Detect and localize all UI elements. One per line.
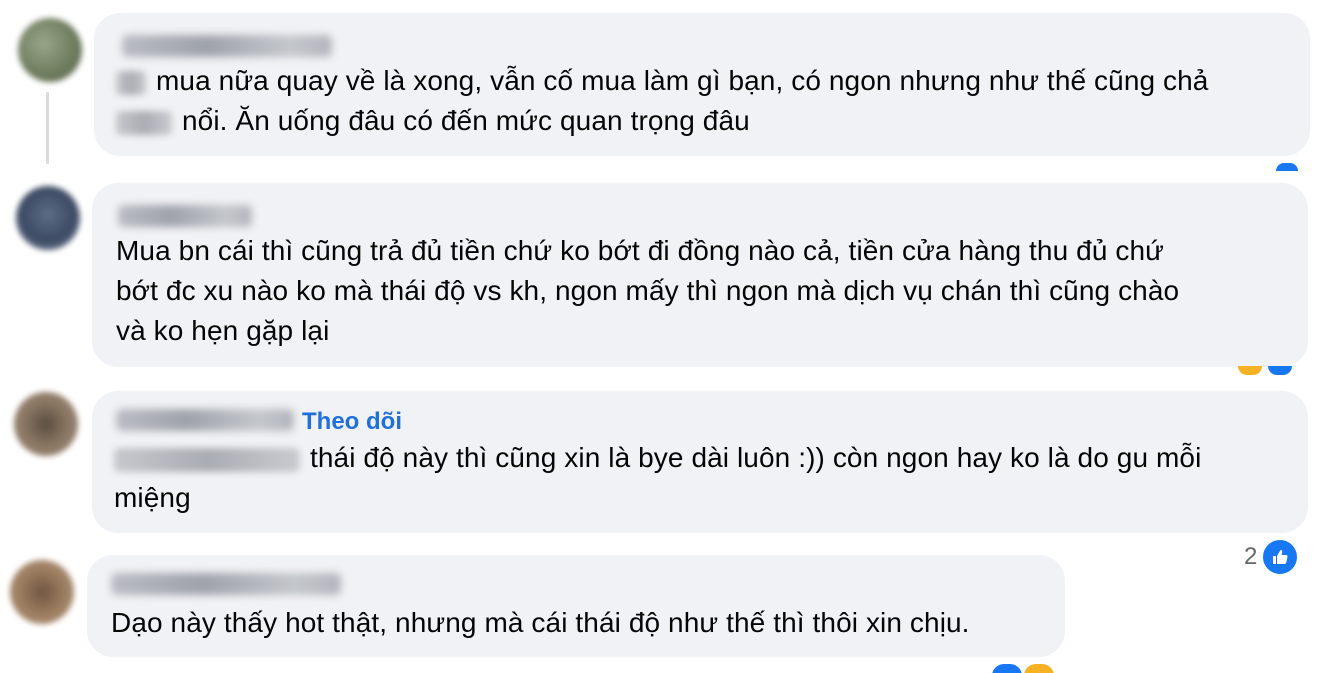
reaction-count: 2 [1244,543,1258,570]
tagged-name-blurred[interactable] [116,110,172,135]
comment-bubble: Dạo này thấy hot thật, nhưng mà cái thái… [87,555,1065,657]
comment-line: miệng [114,482,191,513]
author-name-blurred[interactable] [118,205,252,227]
tagged-name-blurred[interactable] [114,447,300,472]
author-name-blurred[interactable] [116,409,294,431]
comment-line: Mua bn cái thì cũng trả đủ tiền chứ ko b… [116,235,1164,266]
thread-connector-line [46,92,49,164]
comment-text: thái độ này thì cũng xin là bye dài luôn… [114,438,1304,518]
comment-line: mua nữa quay về là xong, vẫn cố mua làm … [156,65,1209,96]
comment-bubble: Theo dõi thái độ này thì cũng xin là bye… [92,391,1308,533]
author-name-blurred[interactable] [111,573,341,595]
reaction-summary[interactable]: 2 [1244,538,1300,576]
like-icon[interactable] [992,664,1022,673]
comment-line: bớt đc xu nào ko mà thái độ vs kh, ngon … [116,275,1180,306]
comment-thread: mua nữa quay về là xong, vẫn cố mua làm … [0,0,1332,673]
comment-line: nổi. Ăn uống đâu có đến mức quan trọng đ… [182,105,750,136]
like-thumb-icon [1261,538,1300,576]
avatar[interactable] [16,186,80,250]
avatar[interactable] [14,392,78,456]
comment-text: mua nữa quay về là xong, vẫn cố mua làm … [116,61,1306,141]
comment-line: và ko hẹn gặp lại [116,315,330,346]
comment-line: Dạo này thấy hot thật, nhưng mà cái thái… [111,607,970,638]
author-name-blurred[interactable] [122,35,332,57]
haha-emoji-icon[interactable] [1024,664,1054,673]
comment-bubble: Mua bn cái thì cũng trả đủ tiền chứ ko b… [92,183,1308,367]
avatar[interactable] [18,18,82,82]
tagged-name-blurred[interactable] [116,70,146,95]
comment-bubble: mua nữa quay về là xong, vẫn cố mua làm … [94,13,1310,156]
follow-link[interactable]: Theo dõi [302,407,402,437]
comment-text: Mua bn cái thì cũng trả đủ tiền chứ ko b… [116,231,1306,351]
haha-emoji-icon[interactable] [1238,366,1262,375]
like-icon[interactable] [1276,163,1298,171]
like-icon[interactable] [1268,366,1292,375]
avatar[interactable] [10,560,74,624]
comment-text: Dạo này thấy hot thật, nhưng mà cái thái… [111,603,1061,643]
comment-line: thái độ này thì cũng xin là bye dài luôn… [310,442,1202,473]
